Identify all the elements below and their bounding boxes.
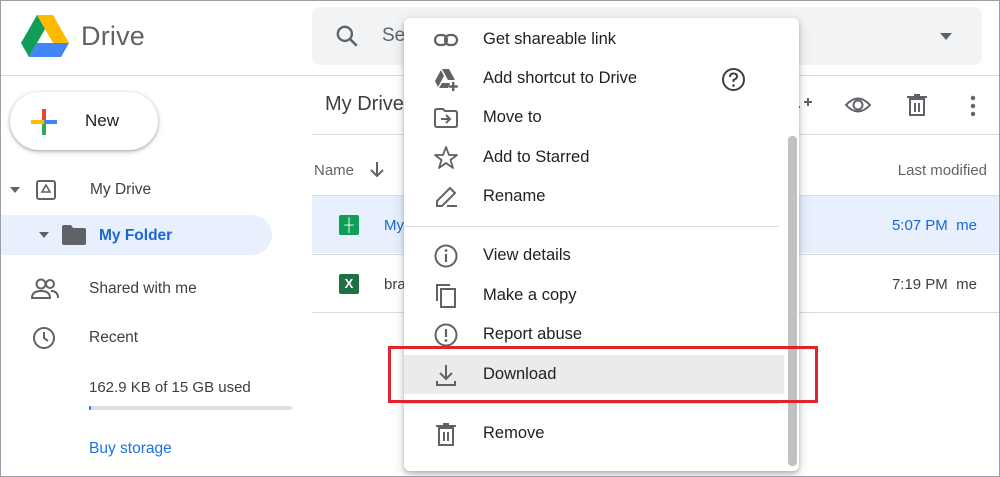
file-modified: 7:19 PM me xyxy=(891,276,977,293)
copy-icon xyxy=(436,284,456,308)
google-sheets-icon: ┼ xyxy=(339,215,359,235)
trash-icon xyxy=(436,423,456,446)
menu-item-remove[interactable]: Remove xyxy=(404,414,784,453)
collapse-arrow-icon[interactable] xyxy=(39,232,49,238)
column-header-last-modified[interactable]: Last modified xyxy=(898,162,987,179)
sidebar-item-label: Shared with me xyxy=(89,280,197,297)
storage-usage-text: 162.9 KB of 15 GB used xyxy=(89,379,251,396)
menu-item-label: View details xyxy=(483,246,571,264)
new-button-label: New xyxy=(85,111,120,130)
menu-item-rename[interactable]: Rename xyxy=(404,177,784,216)
pencil-icon xyxy=(436,186,457,207)
menu-item-view-details[interactable]: View details xyxy=(404,236,784,275)
help-icon[interactable] xyxy=(721,67,746,92)
menu-divider xyxy=(404,403,779,404)
new-button[interactable]: New xyxy=(10,92,158,150)
people-icon xyxy=(31,278,59,299)
file-name: bra xyxy=(384,276,406,293)
more-options-icon[interactable] xyxy=(969,94,977,118)
app-title: Drive xyxy=(81,20,146,51)
page-title[interactable]: My Drive xyxy=(325,93,404,116)
menu-item-add-to-starred[interactable]: Add to Starred xyxy=(404,138,784,177)
menu-item-label: Add to Starred xyxy=(483,148,590,166)
menu-item-label: Move to xyxy=(483,108,542,126)
move-to-icon xyxy=(434,108,458,128)
clock-icon xyxy=(33,327,55,349)
folder-icon xyxy=(62,225,86,245)
menu-scrollbar[interactable] xyxy=(788,136,797,466)
drive-logo-icon xyxy=(21,15,69,57)
menu-divider xyxy=(404,226,779,227)
menu-item-label: Get shareable link xyxy=(483,30,616,48)
menu-item-label: Remove xyxy=(483,424,545,442)
file-modified: 5:07 PM me xyxy=(891,217,977,234)
my-drive-icon xyxy=(36,180,56,200)
menu-item-label: Add shortcut to Drive xyxy=(483,69,638,87)
link-icon xyxy=(433,33,459,47)
menu-item-move-to[interactable]: Move to xyxy=(404,98,784,137)
collapse-arrow-icon[interactable] xyxy=(10,187,20,193)
menu-item-label: Report abuse xyxy=(483,325,583,343)
search-icon[interactable] xyxy=(334,23,360,49)
search-input[interactable]: Se xyxy=(382,25,405,47)
sort-down-arrow-icon[interactable] xyxy=(368,159,386,179)
file-name: My xyxy=(384,217,404,234)
sidebar-item-shared-with-me[interactable]: Shared with me xyxy=(1,269,197,309)
search-options-caret-icon[interactable] xyxy=(940,33,952,40)
sidebar-item-label: Recent xyxy=(89,329,139,346)
preview-eye-icon[interactable] xyxy=(844,95,872,115)
sidebar-item-label: My Folder xyxy=(99,227,173,244)
sidebar-item-recent[interactable]: Recent xyxy=(1,318,138,358)
drive-window: Drive Se New My Drive My Folder Shared w… xyxy=(0,0,1000,477)
buy-storage-link[interactable]: Buy storage xyxy=(89,440,172,458)
sidebar-item-my-drive[interactable]: My Drive xyxy=(1,170,151,210)
excel-file-icon: X xyxy=(339,274,359,294)
drive-shortcut-icon xyxy=(435,69,458,91)
info-icon xyxy=(434,244,458,268)
sidebar-item-label: My Drive xyxy=(90,181,152,198)
drive-logo[interactable]: Drive xyxy=(21,15,145,57)
column-header-name[interactable]: Name xyxy=(314,162,354,179)
storage-usage-fill xyxy=(89,406,92,410)
menu-item-make-a-copy[interactable]: Make a copy xyxy=(404,276,784,315)
star-icon xyxy=(434,146,458,169)
highlight-annotation-box xyxy=(388,346,818,403)
remove-trash-icon[interactable] xyxy=(906,93,928,117)
menu-item-label: Make a copy xyxy=(483,286,577,304)
sidebar-item-my-folder[interactable]: My Folder xyxy=(1,215,272,255)
storage-usage-bar xyxy=(89,406,292,410)
report-icon xyxy=(434,323,458,347)
menu-item-get-shareable-link[interactable]: Get shareable link xyxy=(404,20,784,59)
plus-icon xyxy=(31,109,57,135)
menu-item-label: Rename xyxy=(483,187,546,205)
context-menu: Get shareable link Add shortcut to Drive xyxy=(404,18,799,471)
